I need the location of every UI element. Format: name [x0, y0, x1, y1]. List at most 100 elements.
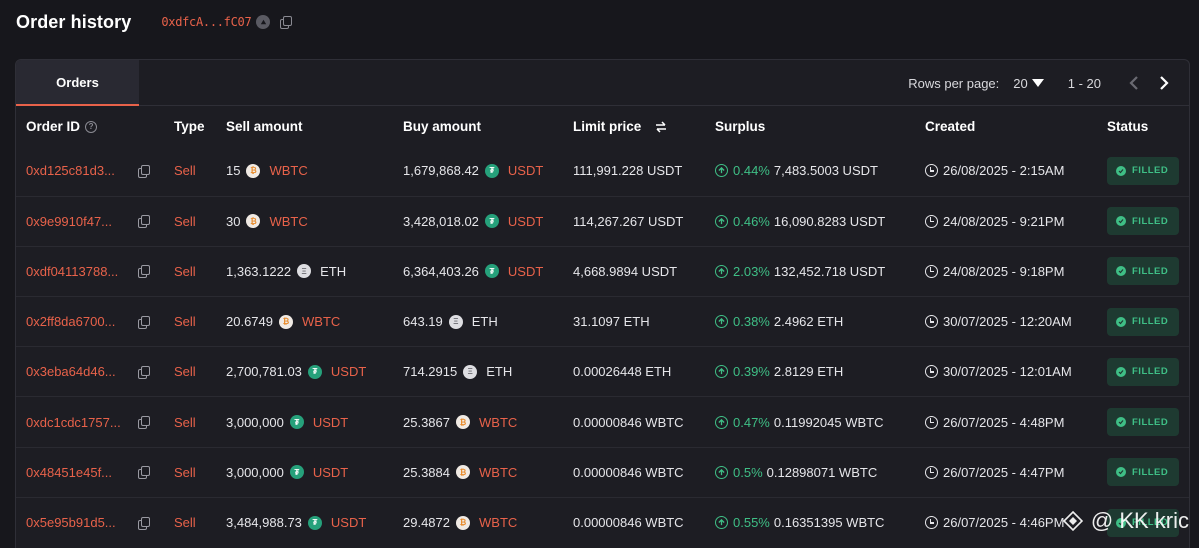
- surplus-value: 0.16351395 WBTC: [773, 515, 885, 531]
- cell-sell-amount: 3,000,000 ₮ USDT: [216, 446, 393, 498]
- copy-icon[interactable]: [138, 416, 150, 430]
- order-id-link[interactable]: 0x3eba64d46...: [26, 364, 132, 379]
- cell-created: 26/07/2025 - 4:48PM: [915, 396, 1097, 448]
- cell-limit-price: 4,668.9894 USDT: [563, 245, 705, 297]
- order-type: Sell: [174, 163, 196, 179]
- cell-buy-amount: 29.4872 ₿ WBTC: [393, 496, 563, 548]
- surplus-value: 2.8129 ETH: [773, 364, 844, 380]
- page-range: 1 - 20: [1067, 75, 1101, 91]
- surplus-value: 7,483.5003 USDT: [773, 163, 878, 179]
- surplus-percent: 0.5%: [733, 464, 763, 480]
- clock-icon: [925, 365, 938, 379]
- swap-icon[interactable]: [655, 121, 667, 133]
- rows-per-page-select[interactable]: 20: [1013, 75, 1044, 91]
- cell-limit-price: 0.00000846 WBTC: [563, 396, 705, 448]
- sell-token-symbol[interactable]: WBTC: [269, 214, 307, 229]
- sell-token-symbol[interactable]: USDT: [313, 415, 348, 430]
- arrow-up-icon: [715, 415, 728, 429]
- next-page-button[interactable]: [1153, 72, 1175, 94]
- cell-type: Sell: [164, 396, 216, 448]
- watermark-text: @ KK kric: [1090, 508, 1189, 533]
- sell-token-symbol[interactable]: WBTC: [302, 314, 340, 329]
- clock-icon: [925, 465, 938, 479]
- sell-amount-value: 15: [226, 163, 241, 179]
- table-row[interactable]: 0x2ff8da6700... Sell 20.6749 ₿ WBTC 643.19 Ξ ET…: [16, 296, 1189, 347]
- buy-token-symbol[interactable]: WBTC: [479, 415, 517, 430]
- cell-type: Sell: [164, 245, 216, 297]
- tab-orders[interactable]: Orders: [16, 60, 139, 106]
- sell-token-symbol[interactable]: USDT: [313, 465, 348, 480]
- table-row[interactable]: 0x3eba64d46... Sell 2,700,781.03 ₮ USDT 714.2…: [16, 346, 1189, 397]
- clock-icon: [925, 415, 938, 429]
- account-avatar-icon[interactable]: [256, 15, 271, 29]
- clock-icon: [925, 315, 938, 329]
- copy-icon[interactable]: [138, 516, 150, 530]
- previous-page-button[interactable]: [1123, 72, 1145, 94]
- diamond-logo-icon: [1062, 511, 1083, 531]
- cell-surplus: 0.5% 0.12898071 WBTC: [705, 446, 915, 498]
- cell-buy-amount: 3,428,018.02 ₮ USDT: [393, 195, 563, 247]
- sell-token-symbol[interactable]: USDT: [331, 364, 366, 379]
- order-type: Sell: [174, 213, 196, 229]
- clock-icon: [925, 264, 938, 278]
- status-label: FILLED: [1132, 316, 1169, 328]
- status-badge: FILLED: [1107, 207, 1180, 236]
- wbtc-token-icon: ₿: [456, 415, 470, 430]
- buy-amount-value: 1,679,868.42: [403, 163, 479, 179]
- buy-amount-value: 25.3884: [403, 464, 450, 480]
- wallet-address-link[interactable]: 0xdfcA...fC07: [161, 15, 251, 29]
- cell-order-id: 0x9e9910f47...: [16, 195, 164, 247]
- rows-per-page-value: 20: [1013, 75, 1028, 91]
- header-sell-amount: Sell amount: [226, 118, 303, 134]
- buy-token-symbol[interactable]: WBTC: [479, 515, 517, 530]
- status-label: FILLED: [1132, 215, 1169, 227]
- cell-order-id: 0xd125c81d3...: [16, 146, 164, 196]
- table-row[interactable]: 0xdf04113788... Sell 1,363.1222 Ξ ETH 6,364,4…: [16, 245, 1189, 297]
- table-row[interactable]: 0x48451e45f... Sell 3,000,000 ₮ USDT 25.3884 ₿…: [16, 446, 1189, 498]
- sell-token-symbol[interactable]: WBTC: [269, 163, 307, 178]
- surplus-percent: 2.03%: [733, 263, 770, 279]
- created-date: 26/08/2025 - 2:15AM: [943, 163, 1065, 179]
- order-id-link[interactable]: 0xdf04113788...: [26, 264, 132, 279]
- cell-limit-price: 111,991.228 USDT: [573, 163, 683, 179]
- sell-token-symbol[interactable]: ETH: [320, 264, 346, 279]
- copy-icon[interactable]: [138, 164, 150, 178]
- cell-created: 26/08/2025 - 2:15AM: [915, 146, 1097, 196]
- copy-icon[interactable]: [138, 365, 150, 379]
- order-type: Sell: [174, 314, 196, 330]
- order-id-link[interactable]: 0x48451e45f...: [26, 465, 132, 480]
- buy-token-symbol[interactable]: USDT: [508, 214, 543, 229]
- buy-token-symbol[interactable]: USDT: [508, 264, 543, 279]
- order-id-link[interactable]: 0x2ff8da6700...: [26, 314, 132, 329]
- buy-token-symbol[interactable]: ETH: [486, 364, 512, 379]
- order-id-link[interactable]: 0x5e95b91d5...: [26, 515, 132, 530]
- copy-icon[interactable]: [138, 215, 150, 229]
- buy-token-symbol[interactable]: ETH: [472, 314, 498, 329]
- usdt-token-icon: ₮: [484, 214, 499, 229]
- buy-token-symbol[interactable]: WBTC: [479, 465, 517, 480]
- sell-token-symbol[interactable]: USDT: [331, 515, 366, 530]
- cell-order-id: 0x5e95b91d5...: [16, 496, 164, 548]
- table-row[interactable]: 0x5e95b91d5... Sell 3,484,988.73 ₮ USDT 29.48…: [16, 496, 1189, 548]
- order-type: Sell: [174, 515, 196, 531]
- header-type: Type: [174, 118, 205, 134]
- order-type: Sell: [174, 414, 196, 430]
- copy-icon[interactable]: [138, 315, 150, 329]
- order-id-link[interactable]: 0xd125c81d3...: [26, 163, 132, 178]
- table-row[interactable]: 0xdc1cdc1757... Sell 3,000,000 ₮ USDT 25.3867…: [16, 396, 1189, 448]
- copy-icon[interactable]: [138, 466, 150, 480]
- surplus-percent: 0.47%: [733, 414, 770, 430]
- table-row[interactable]: 0x9e9910f47... Sell 30 ₿ WBTC 3,428,018.02 ₮ US…: [16, 195, 1189, 247]
- copy-address-icon[interactable]: [280, 16, 293, 29]
- arrow-up-icon: [715, 264, 728, 278]
- created-date: 26/07/2025 - 4:46PM: [943, 515, 1065, 531]
- copy-icon[interactable]: [138, 265, 150, 279]
- wbtc-token-icon: ₿: [246, 214, 261, 229]
- surplus-value: 0.11992045 WBTC: [773, 414, 884, 430]
- order-id-link[interactable]: 0x9e9910f47...: [26, 214, 132, 229]
- order-id-link[interactable]: 0xdc1cdc1757...: [26, 415, 132, 430]
- buy-token-symbol[interactable]: USDT: [508, 163, 543, 178]
- header-status: Status: [1107, 118, 1149, 134]
- table-row[interactable]: 0xd125c81d3... Sell 15 ₿ WBTC 1,679,868.42 ₮ US…: [16, 146, 1189, 196]
- info-icon[interactable]: ?: [85, 120, 98, 133]
